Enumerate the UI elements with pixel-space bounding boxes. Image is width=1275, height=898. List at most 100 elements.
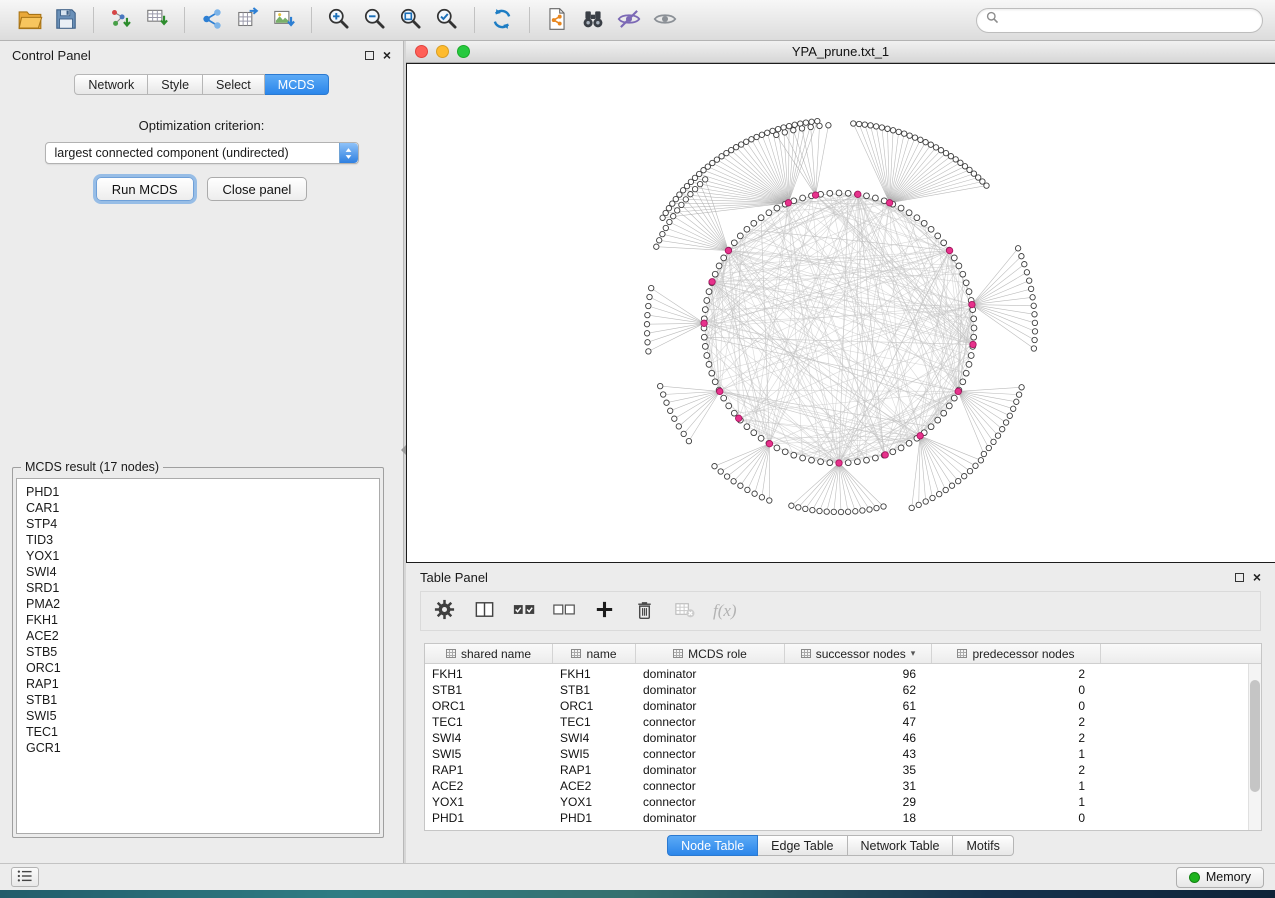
tab-node-table[interactable]: Node Table	[667, 835, 758, 856]
mcds-result-item[interactable]: RAP1	[26, 676, 379, 692]
cell-successor-nodes: 31	[785, 779, 932, 793]
export-network-button[interactable]	[194, 4, 230, 36]
zoom-selected-icon	[434, 6, 460, 35]
float-panel-icon[interactable]	[365, 51, 374, 60]
table-row[interactable]: STB1STB1dominator620	[425, 682, 1261, 698]
table-scrollbar-thumb[interactable]	[1250, 680, 1260, 792]
toolbar-separator	[93, 7, 94, 33]
optimization-criterion-select[interactable]: largest connected component (undirected)	[45, 142, 359, 164]
mcds-result-item[interactable]: SWI4	[26, 564, 379, 580]
search-box[interactable]	[976, 8, 1263, 33]
open-file-button[interactable]	[12, 4, 48, 36]
tab-edge-table[interactable]: Edge Table	[758, 835, 847, 856]
save-session-button[interactable]	[48, 4, 84, 36]
find-button[interactable]	[575, 4, 611, 36]
table-row[interactable]: ORC1ORC1dominator610	[425, 698, 1261, 714]
tab-network[interactable]: Network	[74, 74, 148, 95]
table-settings-button[interactable]	[433, 598, 456, 624]
mcds-result-item[interactable]: SRD1	[26, 580, 379, 596]
mcds-result-item[interactable]: FKH1	[26, 612, 379, 628]
mcds-result-item[interactable]: GCR1	[26, 740, 379, 756]
export-image-button[interactable]	[266, 4, 302, 36]
create-column-button[interactable]	[593, 598, 616, 624]
zoom-selected-button[interactable]	[429, 4, 465, 36]
cell-successor-nodes: 18	[785, 811, 932, 825]
trash-icon	[633, 598, 656, 624]
import-network-icon	[108, 6, 134, 35]
export-table-button[interactable]	[230, 4, 266, 36]
delete-table-icon	[673, 598, 696, 624]
mcds-result-box: MCDS result (17 nodes) PHD1CAR1STP4TID3Y…	[12, 467, 384, 838]
checked-boxes-icon	[513, 598, 536, 624]
export-network-icon	[199, 6, 225, 35]
cell-predecessor-nodes: 0	[932, 699, 1101, 713]
mcds-result-item[interactable]: TID3	[26, 532, 379, 548]
column-header-name[interactable]: name	[553, 644, 636, 663]
memory-button[interactable]: Memory	[1176, 867, 1264, 888]
delete-column-button[interactable]	[633, 598, 656, 624]
mcds-result-item[interactable]: CAR1	[26, 500, 379, 516]
dropdown-selected-value: largest connected component (undirected)	[55, 146, 289, 160]
select-all-columns-button[interactable]	[513, 598, 536, 624]
network-graph[interactable]	[407, 64, 1275, 562]
table-row[interactable]: SWI5SWI5connector431	[425, 746, 1261, 762]
table-row[interactable]: YOX1YOX1connector291	[425, 794, 1261, 810]
delete-table-button[interactable]	[673, 598, 696, 624]
mcds-result-item[interactable]: PMA2	[26, 596, 379, 612]
table-row[interactable]: TEC1TEC1connector472	[425, 714, 1261, 730]
table-row[interactable]: ACE2ACE2connector311	[425, 778, 1261, 794]
table-row[interactable]: FKH1FKH1dominator962	[425, 666, 1261, 682]
mcds-result-item[interactable]: ORC1	[26, 660, 379, 676]
table-row[interactable]: PHD1PHD1dominator180	[425, 810, 1261, 826]
column-header-shared-name[interactable]: shared name	[425, 644, 553, 663]
close-panel-icon[interactable]: ×	[383, 48, 391, 62]
mcds-result-item[interactable]: PHD1	[26, 484, 379, 500]
show-column-panel-button[interactable]	[473, 598, 496, 624]
show-all-button[interactable]	[647, 4, 683, 36]
column-header-MCDS-role[interactable]: MCDS role	[636, 644, 785, 663]
tab-select[interactable]: Select	[203, 74, 265, 95]
run-mcds-button[interactable]: Run MCDS	[96, 177, 194, 201]
column-header-successor-nodes[interactable]: successor nodes▾	[785, 644, 932, 663]
cell-predecessor-nodes: 2	[932, 715, 1101, 729]
table-scrollbar[interactable]	[1248, 664, 1261, 830]
mcds-result-item[interactable]: STB1	[26, 692, 379, 708]
zoom-fit-button[interactable]	[393, 4, 429, 36]
network-canvas[interactable]	[406, 63, 1275, 563]
tab-style[interactable]: Style	[148, 74, 203, 95]
cell-mcds-role: dominator	[636, 683, 785, 697]
cell-shared-name: SWI4	[425, 731, 553, 745]
import-network-button[interactable]	[103, 4, 139, 36]
tab-mcds[interactable]: MCDS	[265, 74, 329, 95]
cell-mcds-role: dominator	[636, 699, 785, 713]
network-from-selection-button[interactable]	[539, 4, 575, 36]
zoom-out-button[interactable]	[357, 4, 393, 36]
table-row[interactable]: SWI4SWI4dominator462	[425, 730, 1261, 746]
table-row[interactable]: RAP1RAP1dominator352	[425, 762, 1261, 778]
close-table-panel-icon[interactable]: ×	[1253, 570, 1261, 584]
column-header-label: successor nodes	[816, 647, 906, 661]
mcds-result-item[interactable]: STB5	[26, 644, 379, 660]
import-table-button[interactable]	[139, 4, 175, 36]
float-table-panel-icon[interactable]	[1235, 573, 1244, 582]
tab-motifs[interactable]: Motifs	[953, 835, 1013, 856]
task-history-button[interactable]	[11, 867, 39, 887]
hide-selection-button[interactable]	[611, 4, 647, 36]
refresh-button[interactable]	[484, 4, 520, 36]
mcds-result-item[interactable]: YOX1	[26, 548, 379, 564]
function-builder-button[interactable]: f(x)	[713, 601, 737, 621]
search-input[interactable]	[1004, 13, 1253, 27]
column-header-label: shared name	[461, 647, 531, 661]
table-toolbar: f(x)	[420, 591, 1261, 631]
mcds-result-item[interactable]: ACE2	[26, 628, 379, 644]
binoculars-icon	[580, 6, 606, 35]
tab-network-table[interactable]: Network Table	[848, 835, 954, 856]
zoom-in-button[interactable]	[321, 4, 357, 36]
mcds-result-item[interactable]: SWI5	[26, 708, 379, 724]
close-panel-button[interactable]: Close panel	[207, 177, 308, 201]
mcds-result-item[interactable]: STP4	[26, 516, 379, 532]
mcds-result-list[interactable]: PHD1CAR1STP4TID3YOX1SWI4SRD1PMA2FKH1ACE2…	[16, 478, 380, 834]
mcds-result-item[interactable]: TEC1	[26, 724, 379, 740]
column-header-predecessor-nodes[interactable]: predecessor nodes	[932, 644, 1101, 663]
deselect-all-columns-button[interactable]	[553, 598, 576, 624]
